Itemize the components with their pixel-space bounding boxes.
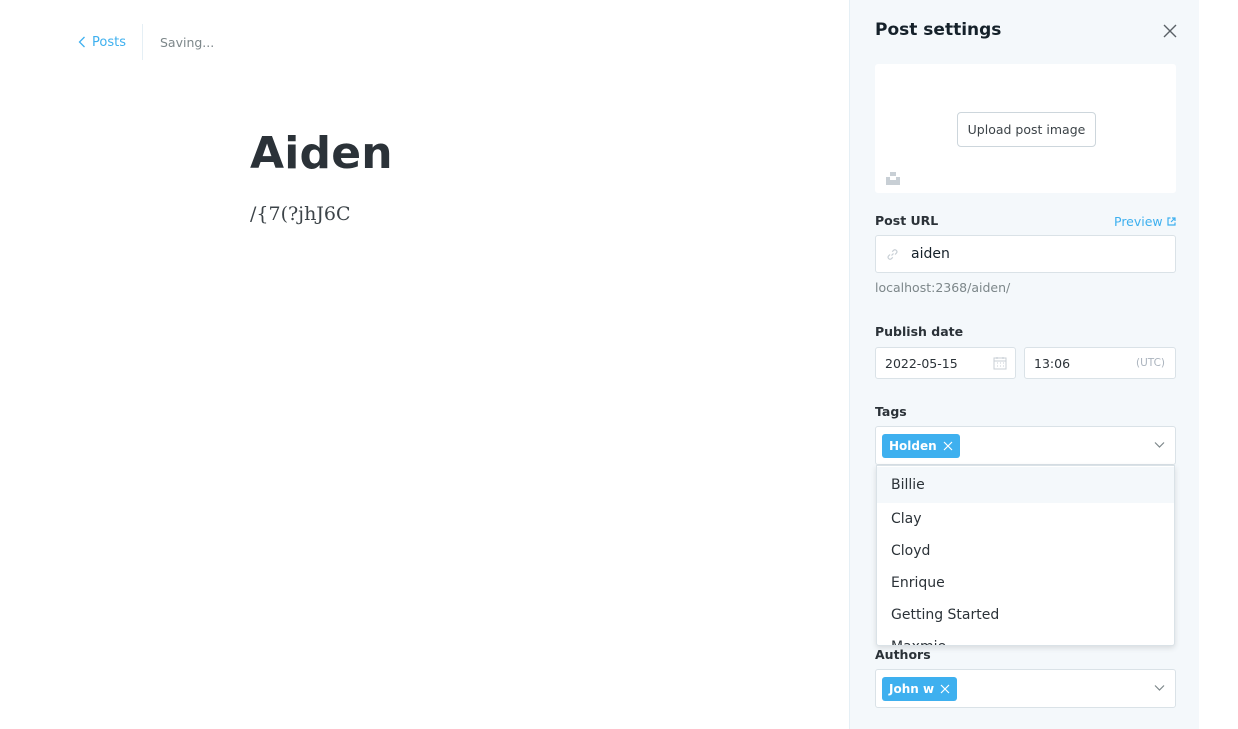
post-title[interactable]: Aiden (250, 128, 393, 179)
calendar-icon[interactable] (993, 356, 1007, 370)
remove-author-icon[interactable] (940, 684, 950, 694)
close-icon[interactable] (1161, 22, 1179, 40)
publish-date-value: 2022-05-15 (885, 355, 958, 371)
author-token-label: John w (889, 681, 935, 696)
authors-label: Authors (875, 647, 931, 662)
upload-post-image-button[interactable]: Upload post image (957, 112, 1096, 147)
tags-input[interactable]: Holden (875, 426, 1176, 465)
publish-time-field[interactable]: 13:06 (UTC) (1024, 347, 1176, 379)
editor-area: Posts Saving... Aiden /{7(?jhJ6C (0, 0, 849, 729)
unsplash-icon[interactable] (886, 170, 900, 185)
back-link-label: Posts (92, 34, 126, 50)
panel-title: Post settings (875, 20, 1002, 40)
chevron-down-icon[interactable] (1154, 684, 1165, 692)
chevron-left-icon (78, 36, 85, 48)
chevron-down-icon[interactable] (1154, 441, 1165, 449)
tag-options-dropdown: Billie Clay Cloyd Enrique Getting Starte… (876, 465, 1175, 646)
tags-label: Tags (875, 404, 907, 419)
post-url-input[interactable] (911, 246, 1151, 262)
back-to-posts-link[interactable]: Posts (78, 24, 143, 60)
tag-option[interactable]: Enrique (877, 567, 1174, 599)
right-margin (1199, 0, 1238, 729)
post-url-hint: localhost:2368/aiden/ (875, 280, 1011, 295)
post-url-field[interactable] (875, 235, 1176, 273)
tag-token: Holden (882, 433, 960, 458)
preview-link[interactable]: Preview (1114, 214, 1176, 229)
publish-date-field[interactable]: 2022-05-15 (875, 347, 1016, 379)
tag-option[interactable]: Getting Started (877, 599, 1174, 631)
editor-topbar: Posts Saving... (78, 24, 214, 60)
tag-option[interactable]: Billie (877, 467, 1174, 503)
post-settings-panel: Post settings Upload post image Post URL… (849, 0, 1199, 729)
external-link-icon (1167, 217, 1176, 226)
save-status: Saving... (159, 34, 215, 50)
publish-date-label: Publish date (875, 324, 964, 339)
link-icon (887, 248, 898, 260)
post-url-label: Post URL (875, 213, 939, 228)
tag-token-label: Holden (889, 438, 937, 453)
timezone-label: (UTC) (1135, 357, 1165, 369)
remove-tag-icon[interactable] (943, 441, 953, 451)
tag-option[interactable]: Clay (877, 503, 1174, 535)
authors-input[interactable]: John w (875, 669, 1176, 708)
tag-option[interactable]: Maxmie (877, 631, 1174, 645)
post-body[interactable]: /{7(?jhJ6C (250, 203, 351, 225)
tag-option[interactable]: Cloyd (877, 535, 1174, 567)
author-token: John w (882, 676, 958, 701)
publish-time-value: 13:06 (1034, 355, 1071, 371)
post-image-uploader: Upload post image (875, 64, 1176, 193)
preview-label: Preview (1114, 214, 1163, 229)
